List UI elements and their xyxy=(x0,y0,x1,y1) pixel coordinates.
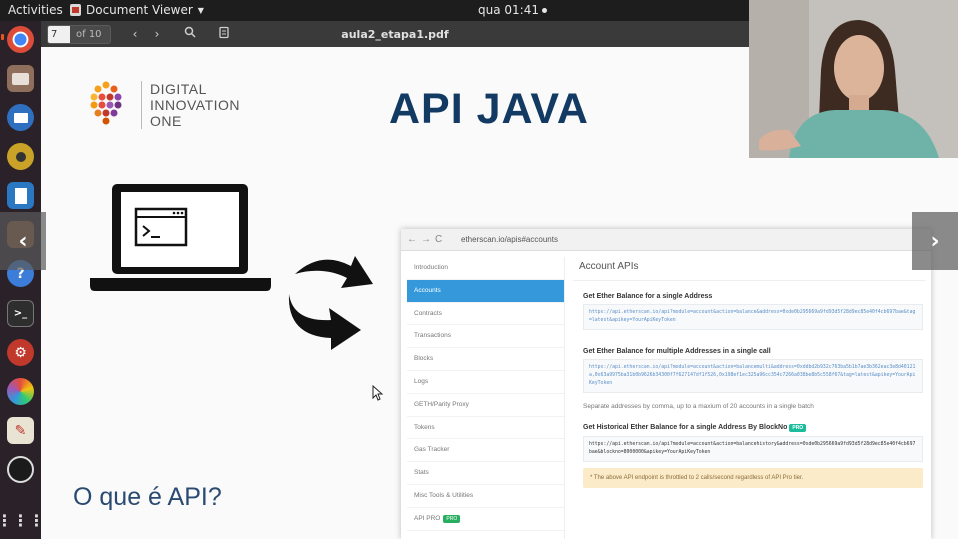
show-apps-icon[interactable]: ⋮⋮⋮ xyxy=(0,507,45,534)
clock[interactable]: qua 01:41 xyxy=(478,3,547,17)
dio-logo-icon xyxy=(90,81,122,125)
next-page-button[interactable]: › xyxy=(149,26,165,42)
sync-arrows-icon xyxy=(288,256,373,350)
api-sidebar: Introduction Accounts Contracts Transact… xyxy=(407,257,565,539)
warning-note: * The above API endpoint is throttled to… xyxy=(583,468,923,488)
api-sidebar-item: Transactions xyxy=(407,325,564,349)
app-menu-label: Document Viewer xyxy=(86,3,193,17)
api-sidebar-item-active: Accounts xyxy=(407,279,564,303)
code-block: https://api.etherscan.io/api?module=acco… xyxy=(583,304,923,330)
slide-title: API JAVA xyxy=(389,85,589,133)
rhythmbox-icon[interactable] xyxy=(7,143,34,170)
settings-icon[interactable]: ⚙ xyxy=(7,339,34,366)
writer-icon[interactable] xyxy=(7,182,34,209)
page-total-label: of 10 xyxy=(76,29,102,40)
gradient-app-icon[interactable] xyxy=(7,378,34,405)
section-title-text: Get Historical Ether Balance for a singl… xyxy=(583,424,788,431)
api-sidebar-item: Misc Tools & Utilities xyxy=(407,485,564,508)
section-title: Get Ether Balance for a single Address xyxy=(583,293,713,300)
slide-question: O que é API? xyxy=(73,483,222,511)
page-selector: of 10 xyxy=(47,25,111,44)
notification-dot-icon xyxy=(541,8,547,13)
mouse-cursor-icon xyxy=(372,385,384,401)
previous-slide-button[interactable]: ‹ xyxy=(0,212,46,270)
section-title: Get Historical Ether Balance for a singl… xyxy=(573,424,925,432)
files-icon[interactable] xyxy=(7,65,34,92)
api-sidebar-item: Introduction xyxy=(407,257,564,280)
terminal-icon[interactable]: >_ xyxy=(7,300,34,327)
laptop-terminal-icon xyxy=(90,184,271,291)
logo-line-2: INNOVATION xyxy=(150,97,241,113)
document-title: aula2_etapa1.pdf xyxy=(341,28,449,41)
activities-button[interactable]: Activities xyxy=(8,3,63,17)
browser-address-bar: ←→C etherscan.io/apis#accounts xyxy=(401,229,931,251)
section-note: Separate addresses by comma, up to a max… xyxy=(583,403,814,410)
logo-line-1: DIGITAL xyxy=(150,81,207,97)
api-sidebar-item: Logs xyxy=(407,371,564,394)
app-menu[interactable]: Document Viewer ▼ xyxy=(70,3,204,17)
api-sidebar-item: API PRO PRO xyxy=(407,508,564,531)
thunderbird-icon[interactable] xyxy=(7,104,34,131)
text-editor-icon[interactable]: ✎ xyxy=(7,417,34,444)
pro-badge: PRO xyxy=(789,424,807,432)
search-icon[interactable] xyxy=(182,26,198,42)
logo-line-3: ONE xyxy=(150,113,182,129)
api-sidebar-item-label: API PRO xyxy=(414,514,441,522)
pro-badge: PRO xyxy=(443,514,461,523)
code-block: https://api.etherscan.io/api?module=acco… xyxy=(583,359,923,393)
browser-nav-icons: ←→C xyxy=(407,234,447,245)
page-number-input[interactable] xyxy=(48,26,70,43)
api-sidebar-item: Gas Tracker xyxy=(407,439,564,463)
browser-url: etherscan.io/apis#accounts xyxy=(461,235,558,244)
api-content-heading: Account APIs xyxy=(573,257,925,281)
chrome-icon[interactable] xyxy=(7,26,34,53)
api-sidebar-item: Blocks xyxy=(407,348,564,371)
api-sidebar-item: Stats xyxy=(407,462,564,485)
dio-logo-text: DIGITAL INNOVATION ONE xyxy=(141,81,240,129)
document-viewer-icon xyxy=(70,4,81,16)
webcam-overlay xyxy=(749,0,958,158)
code-block: https://api.etherscan.io/api?module=acco… xyxy=(583,436,923,462)
annotations-icon[interactable] xyxy=(216,26,232,42)
api-content: Account APIs Get Ether Balance for a sin… xyxy=(573,257,925,539)
section-title: Get Ether Balance for multiple Addresses… xyxy=(583,348,771,355)
clock-label: qua 01:41 xyxy=(478,3,539,17)
api-sidebar-item: Contracts xyxy=(407,303,564,326)
viewer-toolbar: aula2_etapa1.pdf of 10 ‹ › xyxy=(41,21,749,47)
api-sidebar-item: GETH/Parity Proxy xyxy=(407,394,564,417)
active-indicator xyxy=(1,34,4,40)
presenter-video-image xyxy=(749,0,958,158)
previous-page-button[interactable]: ‹ xyxy=(127,26,143,42)
api-sidebar-item: Tokens xyxy=(407,417,564,440)
embedded-browser-screenshot: ←→C etherscan.io/apis#accounts Introduct… xyxy=(401,229,931,539)
obs-icon[interactable] xyxy=(7,456,34,483)
dock: ? >_ ⚙ ✎ ⋮⋮⋮ xyxy=(0,21,45,539)
next-slide-button[interactable]: › xyxy=(912,212,958,270)
chevron-down-icon: ▼ xyxy=(197,5,204,15)
